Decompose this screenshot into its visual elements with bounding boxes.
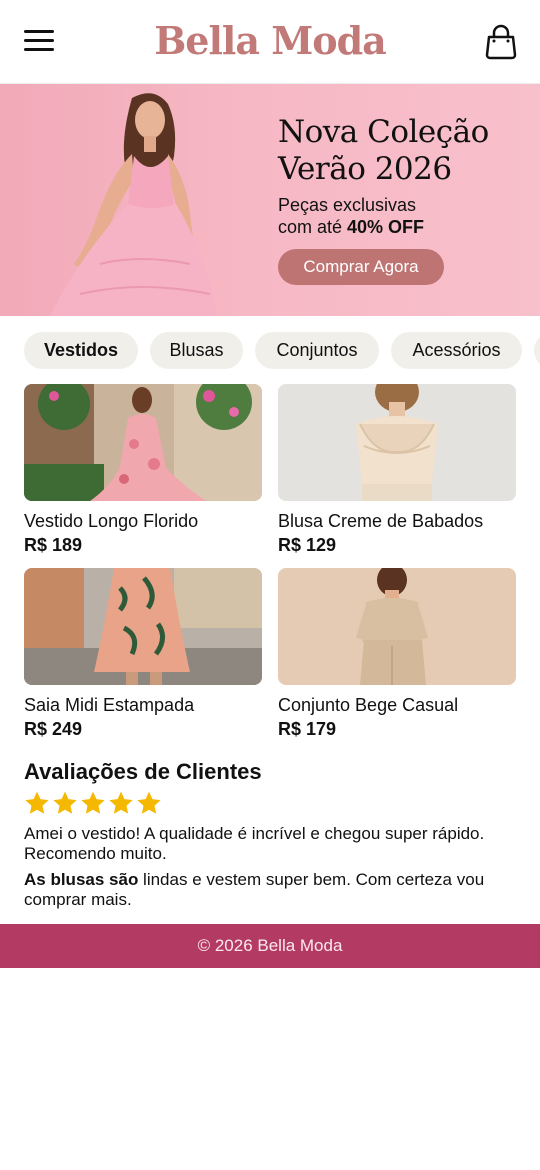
category-chip-vestidos[interactable]: Vestidos <box>24 332 138 369</box>
hero-subtitle-prefix: com até <box>278 217 348 237</box>
product-price: R$ 189 <box>24 535 83 555</box>
shopping-bag-icon[interactable] <box>484 24 518 60</box>
star-icon <box>81 791 105 814</box>
star-rating <box>24 790 524 818</box>
product-card[interactable]: Conjunto Bege Casual R$ 179 <box>278 568 516 740</box>
star-icon <box>53 791 77 814</box>
hero-text-block: Nova Coleção Verão 2026 Peças exclusivas… <box>278 114 528 238</box>
hero-subtitle: Peças exclusivas com até 40% OFF <box>278 194 528 238</box>
app-header: Bella Moda <box>0 0 540 84</box>
product-name: Vestido Longo Florido <box>24 511 199 531</box>
product-image <box>278 568 516 685</box>
product-name: Saia Midi Estampada <box>24 695 195 715</box>
product-price: R$ 129 <box>278 535 337 555</box>
category-chip-blusas[interactable]: Blusas <box>150 332 243 369</box>
review-text: As blusas são lindas e vestem super bem.… <box>24 870 524 910</box>
star-icon <box>137 791 161 814</box>
category-chip-conjuntos[interactable]: Conjuntos <box>255 332 379 369</box>
product-image <box>278 384 516 501</box>
shop-now-button[interactable]: Comprar Agora <box>278 249 444 285</box>
hero-model-image <box>50 93 218 316</box>
hero-title: Nova Coleção Verão 2026 <box>278 114 528 188</box>
discount-highlight: 40% OFF <box>347 217 425 237</box>
review-text: Amei o vestido! A qualidade é incrível e… <box>24 824 485 863</box>
product-name: Blusa Creme de Babados <box>278 511 484 531</box>
product-name: Conjunto Bege Casual <box>278 695 459 715</box>
category-chip-acessorios[interactable]: Acessórios <box>391 332 522 369</box>
product-image <box>24 384 262 501</box>
footer: © 2026 Bella Moda <box>0 924 540 968</box>
brand-logo[interactable]: Bella Moda <box>0 18 540 63</box>
product-card[interactable]: Saia Midi Estampada R$ 249 <box>24 568 262 740</box>
product-price: R$ 179 <box>278 719 337 739</box>
product-image <box>24 568 262 685</box>
customer-reviews: Avaliações de Clientes Amei o vestido! A… <box>24 758 524 910</box>
star-icon <box>25 791 49 814</box>
category-chips: Vestidos Blusas Conjuntos Acessórios <box>0 332 540 370</box>
hero-subtitle-line2: com até 40% OFF <box>278 216 528 238</box>
product-price: R$ 249 <box>24 719 83 739</box>
reviews-title: Avaliações de Clientes <box>24 759 262 784</box>
star-icon <box>109 791 133 814</box>
product-card[interactable]: Blusa Creme de Babados R$ 129 <box>278 384 516 556</box>
hero-title-line2: Verão 2026 <box>278 151 452 187</box>
footer-copyright: © 2026 Bella Moda <box>197 936 343 955</box>
hero-title-line1: Nova Coleção <box>278 114 489 150</box>
hero-subtitle-line1: Peças exclusivas <box>278 195 417 215</box>
product-card[interactable]: Vestido Longo Florido R$ 189 <box>24 384 262 556</box>
category-chip-partial[interactable] <box>534 332 540 369</box>
review-highlight: As blusas são <box>24 870 139 889</box>
hero-banner[interactable]: Nova Coleção Verão 2026 Peças exclusivas… <box>0 84 540 316</box>
